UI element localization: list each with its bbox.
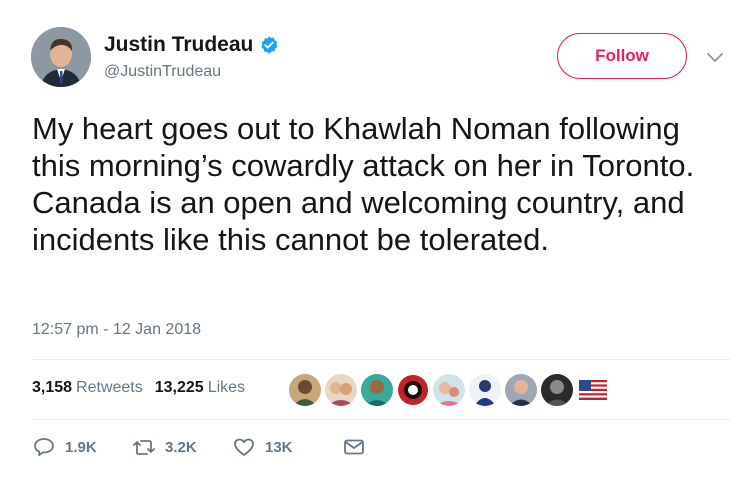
retweets-stat[interactable]: 3,158 Retweets — [32, 379, 143, 397]
liker-avatar[interactable] — [505, 374, 537, 406]
divider-top — [32, 359, 730, 360]
like-action[interactable]: 13K — [232, 435, 342, 459]
like-icon — [234, 438, 254, 456]
retweet-count: 3.2K — [165, 438, 197, 456]
liker-avatar[interactable] — [469, 374, 501, 406]
liker-avatar[interactable] — [289, 374, 321, 406]
like-count: 13K — [265, 438, 293, 456]
direct-message-action[interactable] — [342, 435, 375, 459]
us-flag-icon — [579, 380, 607, 400]
author-handle[interactable]: @JustinTrudeau — [104, 63, 221, 81]
reply-action[interactable]: 1.9K — [32, 435, 132, 459]
reply-count: 1.9K — [65, 438, 97, 456]
tweet-actions: 1.9K 3.2K 13K — [32, 435, 375, 459]
follow-button[interactable]: Follow — [557, 33, 687, 79]
verified-badge-icon — [261, 36, 278, 54]
author-name-text: Justin Trudeau — [104, 33, 254, 56]
liker-avatar[interactable] — [361, 374, 393, 406]
likes-stat[interactable]: 13,225 Likes — [155, 379, 245, 397]
divider-bottom — [32, 419, 730, 420]
retweet-action[interactable]: 3.2K — [132, 435, 232, 459]
likes-label: Likes — [207, 379, 246, 396]
chevron-down-icon[interactable] — [706, 51, 724, 63]
direct-message-icon — [344, 439, 364, 455]
retweet-icon — [133, 440, 155, 455]
liker-avatar[interactable] — [541, 374, 573, 406]
retweets-count: 3,158 — [32, 379, 73, 396]
liker-avatars — [289, 374, 607, 406]
liker-avatar[interactable] — [325, 374, 357, 406]
liker-avatar[interactable] — [397, 374, 429, 406]
author-name[interactable]: Justin Trudeau — [104, 33, 279, 57]
retweets-label: Retweets — [76, 379, 143, 396]
author-avatar-image — [31, 27, 91, 87]
liker-avatar[interactable] — [433, 374, 465, 406]
tweet-timestamp[interactable]: 12:57 pm - 12 Jan 2018 — [32, 321, 201, 339]
likes-count: 13,225 — [154, 379, 204, 396]
reply-icon — [34, 438, 54, 457]
tweet-text: My heart goes out to Khawlah Noman follo… — [32, 111, 695, 257]
author-avatar[interactable] — [31, 27, 91, 87]
tweet-stats: 3,158 Retweets 13,225 Likes — [32, 379, 257, 397]
